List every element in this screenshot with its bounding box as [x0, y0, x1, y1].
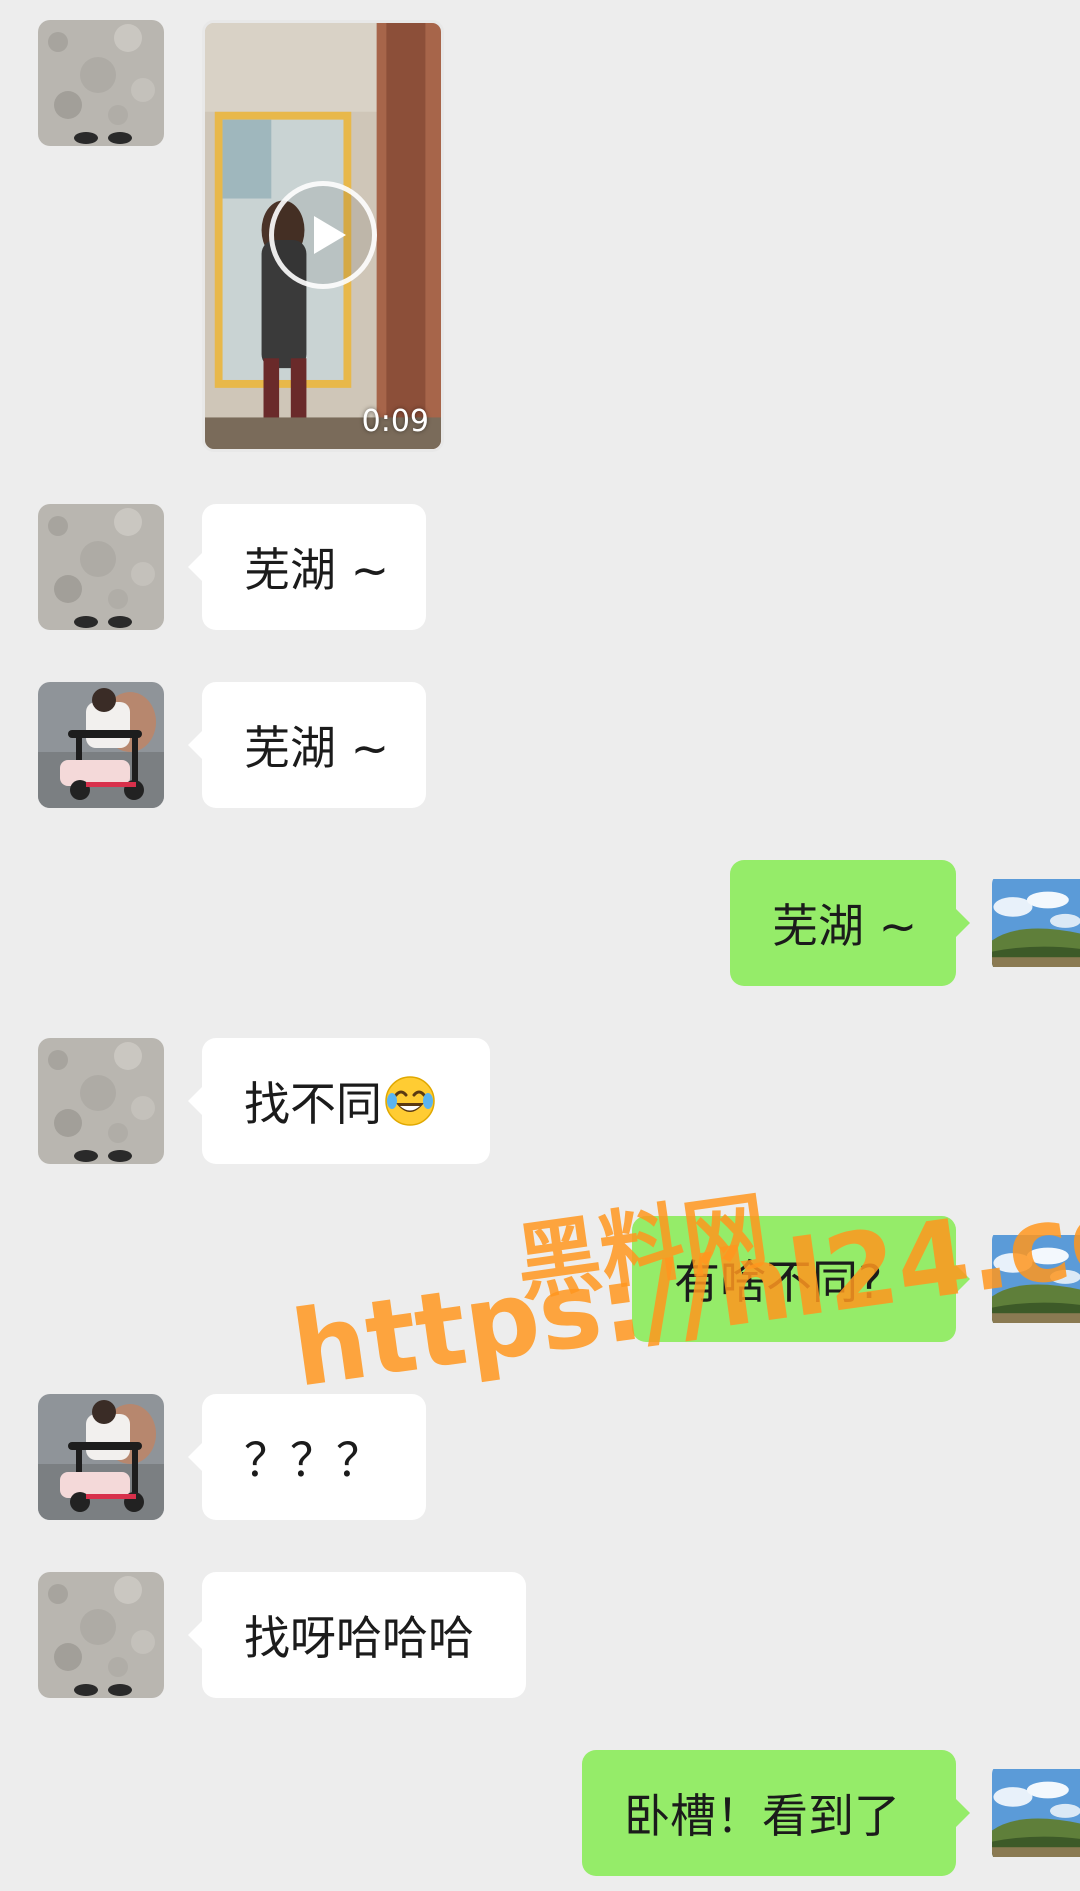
video-message[interactable]: 0:09: [202, 20, 444, 452]
contact-avatar[interactable]: [38, 682, 164, 808]
chat-window: 0:09 芜湖 ~ 芜湖 ~ 芜湖 ~ 找不同 有啥不同? ？？？ 找呀哈哈哈 …: [0, 0, 1080, 1891]
message-text: 卧槽！看到了: [624, 1789, 900, 1843]
landscape-avatar-icon: [992, 1230, 1080, 1328]
message-bubble-incoming[interactable]: 找不同: [188, 1038, 490, 1164]
message-text: ？？？: [244, 1433, 382, 1487]
contact-avatar[interactable]: [38, 504, 164, 630]
contact-avatar[interactable]: [38, 20, 164, 146]
sand-avatar-icon: [38, 504, 164, 630]
message-text: 找不同: [244, 1077, 382, 1131]
tears-of-joy-emoji-icon: [384, 1075, 436, 1127]
sand-avatar-icon: [38, 20, 164, 146]
video-duration: 0:09: [361, 404, 429, 439]
landscape-avatar-icon: [992, 1764, 1080, 1862]
message-bubble-outgoing[interactable]: 有啥不同?: [632, 1216, 970, 1342]
sand-avatar-icon: [38, 1572, 164, 1698]
message-bubble-outgoing[interactable]: 卧槽！看到了: [582, 1750, 970, 1876]
message-bubble-incoming[interactable]: 找呀哈哈哈: [188, 1572, 526, 1698]
message-bubble-incoming[interactable]: ？？？: [188, 1394, 426, 1520]
message-text: 芜湖 ~: [244, 721, 390, 775]
play-icon[interactable]: [269, 181, 377, 289]
message-text: 芜湖 ~: [244, 543, 390, 597]
contact-avatar[interactable]: [38, 1572, 164, 1698]
stroller-avatar-icon: [38, 682, 164, 808]
message-bubble-incoming[interactable]: 芜湖 ~: [188, 682, 426, 808]
message-text: 芜湖 ~: [772, 899, 918, 953]
stroller-avatar-icon: [38, 1394, 164, 1520]
my-avatar[interactable]: [992, 874, 1080, 972]
message-bubble-outgoing[interactable]: 芜湖 ~: [730, 860, 970, 986]
message-text: 找呀哈哈哈: [244, 1611, 474, 1665]
contact-avatar[interactable]: [38, 1394, 164, 1520]
contact-avatar[interactable]: [38, 1038, 164, 1164]
sand-avatar-icon: [38, 1038, 164, 1164]
landscape-avatar-icon: [992, 874, 1080, 972]
my-avatar[interactable]: [992, 1230, 1080, 1328]
message-bubble-incoming[interactable]: 芜湖 ~: [188, 504, 426, 630]
my-avatar[interactable]: [992, 1764, 1080, 1862]
message-text: 有啥不同?: [674, 1255, 883, 1309]
